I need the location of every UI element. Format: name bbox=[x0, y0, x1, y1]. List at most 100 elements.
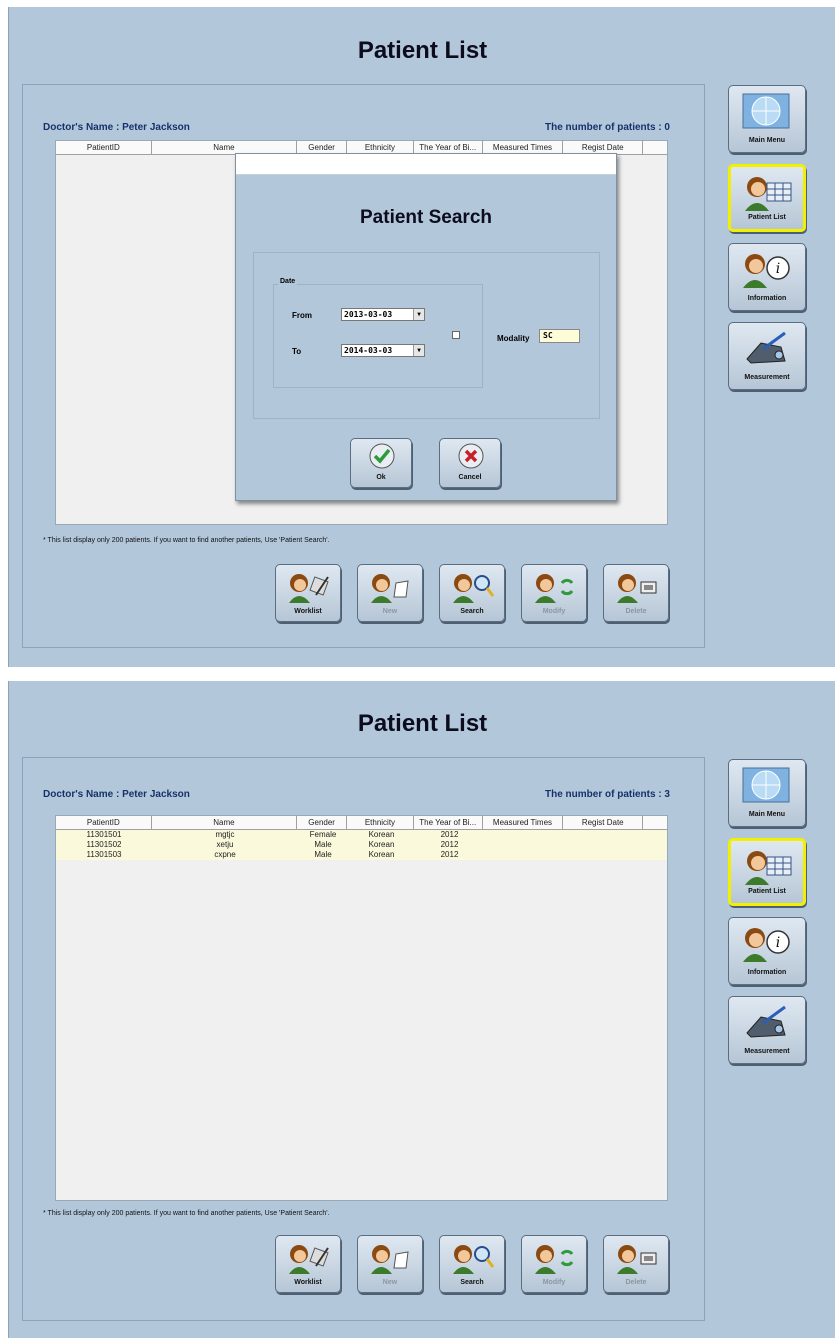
search-button[interactable]: Search bbox=[439, 564, 505, 622]
modify-label: Modify bbox=[542, 608, 566, 615]
side-menu-label: Main Menu bbox=[748, 811, 786, 818]
patient-count: The number of patients : 0 bbox=[544, 122, 670, 133]
search-label: Search bbox=[460, 608, 484, 615]
column-header-birth-year[interactable]: The Year of Bi... bbox=[414, 816, 483, 829]
column-header-regist-date[interactable]: Regist Date bbox=[563, 816, 644, 829]
new-label: New bbox=[382, 1279, 398, 1286]
dialog-title: Patient Search bbox=[360, 207, 492, 228]
cell-birth-year: 2012 bbox=[440, 850, 459, 859]
info-icon: i bbox=[743, 254, 790, 288]
doctor-name: Doctor's Name : Peter Jackson bbox=[43, 789, 190, 800]
delete-button[interactable]: Delete bbox=[603, 564, 669, 622]
patient-table[interactable]: PatientID Name Gender Ethnicity The Year… bbox=[55, 815, 668, 1201]
side-menu-measurement[interactable]: Measurement bbox=[728, 996, 806, 1064]
cell-patientid: 11301503 bbox=[86, 850, 122, 859]
search-label: Search bbox=[460, 1279, 484, 1286]
search-icon bbox=[453, 1245, 495, 1274]
delete-icon bbox=[617, 1245, 657, 1274]
doctor-name: Doctor's Name : Peter Jackson bbox=[43, 122, 190, 133]
column-header-name[interactable]: Name bbox=[152, 816, 298, 829]
chevron-down-icon[interactable]: ▼ bbox=[413, 309, 424, 320]
delete-label: Delete bbox=[625, 608, 647, 615]
delete-label: Delete bbox=[625, 1279, 647, 1286]
table-row[interactable]: 11301503 cxpne Male Korean 2012 bbox=[56, 850, 667, 860]
modality-input[interactable]: SC bbox=[539, 329, 580, 343]
modify-button[interactable]: Modify bbox=[521, 1235, 587, 1293]
modify-icon bbox=[535, 1245, 574, 1274]
globe-icon bbox=[742, 767, 790, 803]
column-header-patientid[interactable]: PatientID bbox=[56, 816, 152, 829]
cell-measured-times bbox=[484, 850, 565, 860]
column-header-gender[interactable]: Gender bbox=[297, 816, 348, 829]
modify-button[interactable]: Modify bbox=[521, 564, 587, 622]
worklist-label: Worklist bbox=[294, 1279, 322, 1286]
side-menu-main-menu[interactable]: Main Menu bbox=[728, 85, 806, 153]
cell-ethnicity: Korean bbox=[368, 850, 395, 859]
modify-label: Modify bbox=[542, 1279, 566, 1286]
cell-gender: Male bbox=[314, 840, 332, 849]
list-limit-note: * This list display only 200 patients. I… bbox=[43, 1210, 330, 1217]
worklist-icon bbox=[289, 574, 329, 603]
column-header-patientid[interactable]: PatientID bbox=[56, 141, 152, 154]
dialog-titlebar[interactable] bbox=[236, 154, 616, 175]
cell-ethnicity: Korean bbox=[368, 830, 395, 839]
new-patient-icon bbox=[371, 574, 409, 603]
chevron-down-icon[interactable]: ▼ bbox=[413, 345, 424, 356]
cell-name: mgtjc bbox=[215, 830, 235, 839]
delete-icon bbox=[617, 574, 657, 603]
globe-icon bbox=[742, 93, 790, 129]
modality-label: Modality bbox=[497, 334, 530, 343]
side-menu-information[interactable]: i Information bbox=[728, 243, 806, 311]
patient-list-screen-search-dialog: Patient List Doctor's Name : Peter Jacks… bbox=[8, 7, 835, 667]
side-menu-measurement[interactable]: Measurement bbox=[728, 322, 806, 390]
measurement-icon bbox=[746, 1005, 786, 1038]
worklist-button[interactable]: Worklist bbox=[275, 1235, 341, 1293]
column-header-filler bbox=[643, 141, 667, 154]
worklist-button[interactable]: Worklist bbox=[275, 564, 341, 622]
column-header-filler bbox=[643, 816, 667, 829]
table-row[interactable]: 11301502 xetju Male Korean 2012 bbox=[56, 840, 667, 850]
ok-label: Ok bbox=[376, 474, 386, 481]
new-label: New bbox=[382, 608, 398, 615]
side-menu-main-menu[interactable]: Main Menu bbox=[728, 759, 806, 827]
patient-search-dialog: Patient Search Date From 2013-03-03 ▼ To… bbox=[235, 153, 617, 501]
search-button[interactable]: Search bbox=[439, 1235, 505, 1293]
cell-gender: Male bbox=[314, 850, 332, 859]
side-menu-label: Main Menu bbox=[748, 137, 786, 144]
cell-regist-date bbox=[565, 850, 645, 860]
to-date-select[interactable]: 2014-03-03 ▼ bbox=[341, 344, 425, 357]
cancel-button[interactable]: Cancel bbox=[439, 438, 501, 488]
side-menu-information[interactable]: i Information bbox=[728, 917, 806, 985]
modality-checkbox[interactable] bbox=[452, 331, 460, 339]
new-button[interactable]: New bbox=[357, 1235, 423, 1293]
new-patient-icon bbox=[371, 1245, 409, 1274]
cell-measured-times bbox=[484, 830, 565, 840]
date-group-label: Date bbox=[278, 278, 298, 285]
from-date-value: 2013-03-03 bbox=[344, 310, 393, 319]
to-label: To bbox=[292, 347, 302, 356]
patient-list-icon bbox=[745, 851, 792, 885]
cell-patientid: 11301501 bbox=[86, 830, 122, 839]
delete-button[interactable]: Delete bbox=[603, 1235, 669, 1293]
side-menu-label: Measurement bbox=[744, 1048, 790, 1055]
side-menu-label: Measurement bbox=[744, 374, 790, 381]
worklist-label: Worklist bbox=[294, 608, 322, 615]
from-date-select[interactable]: 2013-03-03 ▼ bbox=[341, 308, 425, 321]
page-title: Patient List bbox=[357, 37, 488, 64]
table-row[interactable]: 11301501 mgtjc Female Korean 2012 bbox=[56, 830, 667, 840]
worklist-icon bbox=[289, 1245, 329, 1274]
side-menu-patient-list[interactable]: Patient List bbox=[728, 838, 806, 906]
list-limit-note: * This list display only 200 patients. I… bbox=[43, 537, 330, 544]
column-header-ethnicity[interactable]: Ethnicity bbox=[347, 816, 414, 829]
patient-count: The number of patients : 3 bbox=[544, 789, 670, 800]
cell-regist-date bbox=[565, 830, 645, 840]
cell-birth-year: 2012 bbox=[440, 840, 459, 849]
svg-text:i: i bbox=[776, 935, 780, 951]
close-icon bbox=[458, 443, 484, 469]
side-menu-patient-list[interactable]: Patient List bbox=[728, 164, 806, 232]
new-button[interactable]: New bbox=[357, 564, 423, 622]
column-header-measured-times[interactable]: Measured Times bbox=[483, 816, 564, 829]
side-menu-label: Information bbox=[747, 295, 787, 302]
measurement-icon bbox=[746, 331, 786, 364]
ok-button[interactable]: Ok bbox=[350, 438, 412, 488]
